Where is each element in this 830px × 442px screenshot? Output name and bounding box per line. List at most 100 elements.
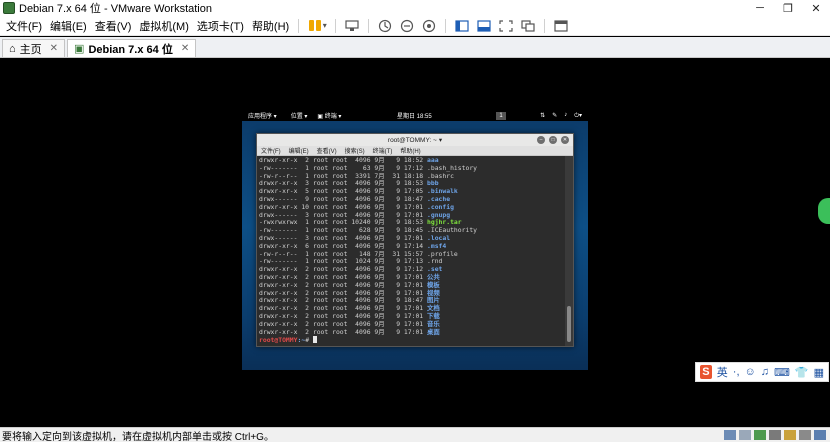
chevron-down-icon[interactable]: ▾ [439, 136, 442, 144]
terminal-menubar: 文件(F) 编辑(E) 查看(V) 搜索(S) 终端(T) 帮助(H) [257, 146, 573, 156]
scrollbar-thumb[interactable] [567, 306, 571, 342]
panel-clock[interactable]: 星期日 18:55 [397, 111, 432, 120]
grid-icon[interactable]: ▦ [814, 366, 824, 379]
workspace-indicator[interactable]: 1 [496, 111, 506, 120]
ime-language[interactable]: 英 [717, 364, 728, 380]
menu-edit[interactable]: 编辑(E) [46, 18, 91, 34]
prompt-symbol: # [305, 336, 313, 345]
tools-icon[interactable]: ✎ [552, 112, 557, 120]
cdrom-icon[interactable] [739, 430, 751, 440]
clothes-icon[interactable]: 👕 [795, 366, 809, 379]
file-attributes: -rw-r--r-- 1 root root 3391 7月 31 18:18 [259, 171, 427, 180]
unity-button[interactable] [520, 19, 536, 33]
file-name: .cache [427, 194, 451, 203]
window-titlebar: Debian 7.x 64 位 - VMware Workstation ─ ❐… [0, 0, 830, 16]
revert-snapshot-button[interactable] [399, 19, 415, 33]
terminal-output[interactable]: drwxr-xr-x 2 root root 4096 9月 9 18:52 a… [257, 156, 567, 346]
terminal-scrollbar[interactable] [565, 156, 573, 346]
pause-icon [308, 20, 314, 31]
network-adapter-icon[interactable] [754, 430, 766, 440]
menu-vm[interactable]: 虚拟机(M) [135, 18, 193, 34]
close-icon[interactable]: ✕ [181, 43, 189, 54]
ime-toolbar: S 英 ·, ☺ ♫ ⌨ 👕 ▦ [695, 362, 829, 382]
menu-view[interactable]: 查看(V) [91, 18, 136, 34]
guest-desktop[interactable]: 应用程序 ▾ 位置 ▾ ▣ 终端 ▾ 星期日 18:55 1 ⇅ ✎ ♪ ⏻▾ … [242, 110, 588, 370]
file-attributes: drwxr-xr-x 5 root root 4096 9月 9 17:05 [259, 187, 427, 196]
file-attributes: drwxr-xr-x 2 root root 4096 9月 9 17:01 [259, 327, 427, 336]
file-attributes: drwxr-xr-x 6 root root 4096 9月 9 17:14 [259, 241, 427, 250]
terminal-menu-file[interactable]: 文件(F) [257, 146, 285, 155]
file-name: aaa [427, 156, 439, 164]
file-name: .bash_history [427, 163, 478, 172]
home-icon: ⌂ [9, 42, 16, 55]
terminal-window[interactable]: root@TOMMY: ~ ▾ – □ ✕ 文件(F) 编辑(E) 查看(V) … [256, 133, 574, 347]
sogou-logo-icon[interactable]: S [700, 365, 712, 379]
terminal-menu-edit[interactable]: 编辑(E) [285, 146, 313, 155]
maximize-icon[interactable]: ❐ [774, 0, 802, 16]
terminal-menu-search[interactable]: 搜索(S) [341, 146, 369, 155]
menu-file[interactable]: 文件(F) [2, 18, 46, 34]
thumbnail-button[interactable] [476, 19, 492, 33]
places-menu[interactable]: 位置 ▾ [291, 111, 308, 120]
fullscreen-button[interactable] [498, 19, 514, 33]
file-name: .set [427, 265, 443, 274]
punctuation-icon[interactable]: ·, [733, 366, 740, 378]
window-title: Debian 7.x 64 位 - VMware Workstation [19, 3, 212, 15]
network-icon[interactable]: ⇅ [540, 112, 545, 120]
send-ctrl-alt-del-button[interactable] [344, 19, 360, 33]
pause-icon [315, 20, 321, 31]
device-status-icons [724, 430, 826, 440]
terminal-menu[interactable]: ▣ 终端 ▾ [317, 111, 341, 120]
file-attributes: drwxr-xr-x 2 root root 4096 9月 9 17:01 [259, 311, 427, 320]
usb-icon[interactable] [769, 430, 781, 440]
show-library-button[interactable] [454, 19, 470, 33]
terminal-menu-help[interactable]: 帮助(H) [396, 146, 424, 155]
maximize-icon[interactable]: □ [549, 136, 557, 144]
shell-prompt[interactable]: root@TOMMY:~# [259, 336, 567, 344]
terminal-menu-view[interactable]: 查看(V) [313, 146, 341, 155]
menu-toolbar: 文件(F) 编辑(E) 查看(V) 虚拟机(M) 选项卡(T) 帮助(H) ▾ [0, 16, 830, 36]
sound-icon[interactable] [784, 430, 796, 440]
power-icon[interactable]: ⏻▾ [574, 112, 582, 120]
file-attributes: -rwxrwxrwx 1 root root 10240 9月 9 18:53 [259, 218, 427, 227]
printer-icon[interactable] [799, 430, 811, 440]
keyboard-icon[interactable]: ⌨ [774, 366, 790, 379]
terminal-menu-terminal[interactable]: 终端(T) [369, 146, 397, 155]
file-name: .binwalk [427, 187, 458, 196]
file-attributes: drwxr-xr-x 2 root root 4096 9月 9 17:01 [259, 272, 427, 281]
file-name: .gnupg [427, 210, 451, 219]
emoji-icon[interactable]: ☺ [745, 366, 756, 378]
terminal-title: root@TOMMY: ~ [387, 136, 437, 144]
file-name: .ICEauthority [427, 226, 478, 235]
volume-icon[interactable]: ♪ [564, 112, 567, 120]
applications-menu[interactable]: 应用程序 ▾ [248, 111, 277, 120]
file-attributes: -rw------- 1 root root 1024 9月 9 17:13 [259, 257, 427, 266]
minimize-icon[interactable]: – [537, 136, 545, 144]
file-name: bbb [427, 179, 439, 188]
tab-debian[interactable]: ▣ Debian 7.x 64 位 ✕ [67, 39, 197, 57]
hard-disk-icon[interactable] [724, 430, 736, 440]
text-cursor [312, 336, 317, 344]
console-icon [554, 19, 568, 32]
tab-home[interactable]: ⌂ 主页 ✕ [2, 39, 66, 57]
close-icon[interactable]: ✕ [50, 43, 58, 54]
menu-help[interactable]: 帮助(H) [248, 18, 293, 34]
console-view-button[interactable] [553, 19, 569, 33]
snapshot-button[interactable] [377, 19, 393, 33]
file-attributes: drwxr-xr-x 2 root root 4096 9月 9 18:52 [259, 156, 427, 164]
menu-tabs[interactable]: 选项卡(T) [193, 18, 248, 34]
minimize-icon[interactable]: ─ [746, 0, 774, 16]
pause-vm-button[interactable]: ▾ [307, 19, 327, 33]
snapshot-manager-button[interactable] [421, 19, 437, 33]
fullscreen-icon [499, 19, 513, 32]
file-name: .msf4 [427, 241, 447, 250]
vm-icon: ▣ [74, 43, 85, 55]
close-icon[interactable]: ✕ [802, 0, 830, 16]
floating-widget[interactable] [818, 198, 830, 224]
close-icon[interactable]: ✕ [561, 136, 569, 144]
file-name: 桌面 [427, 327, 440, 336]
microphone-icon[interactable]: ♫ [761, 366, 769, 378]
toolbar-separator [298, 18, 300, 33]
display-icon[interactable] [814, 430, 826, 440]
terminal-line: drwxr-xr-x 2 root root 4096 9月 9 17:01 桌… [259, 327, 567, 337]
